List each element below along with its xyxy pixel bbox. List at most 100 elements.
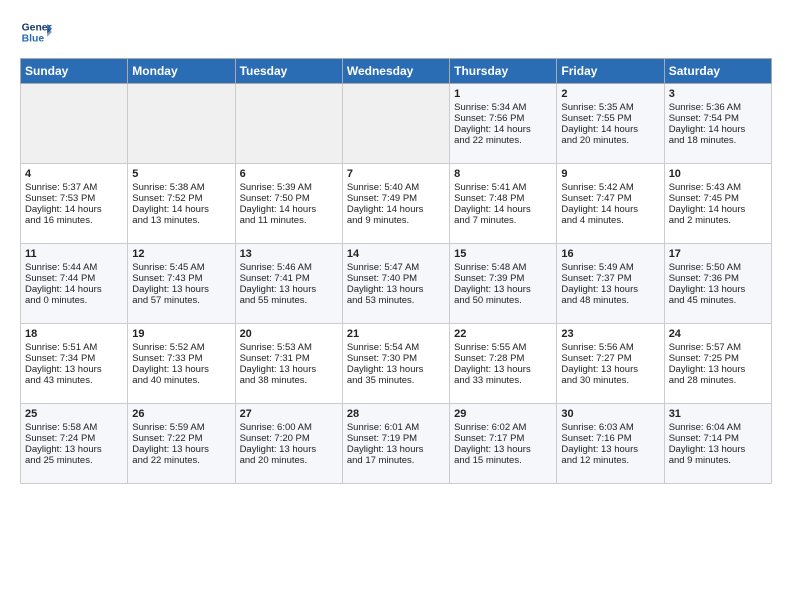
- day-info: Sunrise: 5:52 AM: [132, 342, 230, 353]
- calendar-cell: 12 Sunrise: 5:45 AMSunset: 7:43 PMDayligh…: [128, 244, 235, 324]
- day-info: Daylight: 14 hours: [240, 204, 338, 215]
- day-info: Sunset: 7:52 PM: [132, 193, 230, 204]
- day-info: Sunrise: 5:45 AM: [132, 262, 230, 273]
- day-info: Sunrise: 5:34 AM: [454, 102, 552, 113]
- calendar-cell: [235, 84, 342, 164]
- day-info: Sunset: 7:14 PM: [669, 433, 767, 444]
- day-info: Sunset: 7:54 PM: [669, 113, 767, 124]
- weekday-header: Wednesday: [342, 59, 449, 84]
- calendar-cell: 6Sunrise: 5:39 AMSunset: 7:50 PMDaylight…: [235, 164, 342, 244]
- day-number: 27: [240, 408, 338, 420]
- day-number: 8: [454, 168, 552, 180]
- calendar-cell: 31Sunrise: 6:04 AMSunset: 7:14 PMDayligh…: [664, 404, 771, 484]
- calendar-cell: 30Sunrise: 6:03 AMSunset: 7:16 PMDayligh…: [557, 404, 664, 484]
- day-number: 28: [347, 408, 445, 420]
- calendar-cell: 26Sunrise: 5:59 AMSunset: 7:22 PMDayligh…: [128, 404, 235, 484]
- day-info: and 9 minutes.: [669, 455, 767, 466]
- day-number: 5: [132, 168, 230, 180]
- calendar-cell: 14Sunrise: 5:47 AMSunset: 7:40 PMDayligh…: [342, 244, 449, 324]
- day-info: and 48 minutes.: [561, 295, 659, 306]
- page-container: General Blue SundayMondayTuesdayWednesda…: [0, 0, 792, 496]
- weekday-header: Thursday: [450, 59, 557, 84]
- calendar-week-row: 11Sunrise: 5:44 AMSunset: 7:44 PMDayligh…: [21, 244, 772, 324]
- calendar-cell: 5Sunrise: 5:38 AMSunset: 7:52 PMDaylight…: [128, 164, 235, 244]
- day-info: Sunset: 7:24 PM: [25, 433, 123, 444]
- day-info: and 35 minutes.: [347, 375, 445, 386]
- day-info: and 7 minutes.: [454, 215, 552, 226]
- day-info: Daylight: 13 hours: [132, 284, 230, 295]
- logo: General Blue: [20, 16, 52, 48]
- day-info: Sunrise: 5:37 AM: [25, 182, 123, 193]
- day-info: Sunrise: 6:03 AM: [561, 422, 659, 433]
- calendar-cell: 21Sunrise: 5:54 AMSunset: 7:30 PMDayligh…: [342, 324, 449, 404]
- day-info: Sunset: 7:17 PM: [454, 433, 552, 444]
- day-info: Daylight: 14 hours: [132, 204, 230, 215]
- calendar-cell: 18Sunrise: 5:51 AMSunset: 7:34 PMDayligh…: [21, 324, 128, 404]
- day-number: 26: [132, 408, 230, 420]
- day-info: Sunrise: 5:42 AM: [561, 182, 659, 193]
- day-info: Daylight: 13 hours: [454, 444, 552, 455]
- day-info: and 45 minutes.: [669, 295, 767, 306]
- day-info: Sunset: 7:25 PM: [669, 353, 767, 364]
- day-info: Sunset: 7:16 PM: [561, 433, 659, 444]
- svg-text:Blue: Blue: [22, 34, 45, 45]
- day-info: and 57 minutes.: [132, 295, 230, 306]
- day-info: and 22 minutes.: [132, 455, 230, 466]
- day-info: and 30 minutes.: [561, 375, 659, 386]
- day-info: Sunset: 7:53 PM: [25, 193, 123, 204]
- day-number: 23: [561, 328, 659, 340]
- day-info: Sunset: 7:45 PM: [669, 193, 767, 204]
- day-info: Sunset: 7:40 PM: [347, 273, 445, 284]
- day-info: Sunset: 7:43 PM: [132, 273, 230, 284]
- calendar-week-row: 1Sunrise: 5:34 AMSunset: 7:56 PMDaylight…: [21, 84, 772, 164]
- day-info: Sunset: 7:28 PM: [454, 353, 552, 364]
- day-info: and 12 minutes.: [561, 455, 659, 466]
- day-info: Daylight: 13 hours: [454, 284, 552, 295]
- calendar-cell: 2Sunrise: 5:35 AMSunset: 7:55 PMDaylight…: [557, 84, 664, 164]
- calendar-cell: 28 Sunrise: 6:01 AMSunset: 7:19 PMDayligh…: [342, 404, 449, 484]
- day-info: Sunset: 7:39 PM: [454, 273, 552, 284]
- day-info: Sunset: 7:50 PM: [240, 193, 338, 204]
- calendar-cell: [21, 84, 128, 164]
- day-info: and 43 minutes.: [25, 375, 123, 386]
- calendar-table: SundayMondayTuesdayWednesdayThursdayFrid…: [20, 58, 772, 484]
- day-info: and 15 minutes.: [454, 455, 552, 466]
- calendar-cell: 9Sunrise: 5:42 AMSunset: 7:47 PMDaylight…: [557, 164, 664, 244]
- day-info: Sunrise: 5:35 AM: [561, 102, 659, 113]
- day-info: Sunset: 7:55 PM: [561, 113, 659, 124]
- calendar-cell: 24Sunrise: 5:57 AMSunset: 7:25 PMDayligh…: [664, 324, 771, 404]
- day-info: Sunrise: 6:04 AM: [669, 422, 767, 433]
- day-number: 1: [454, 88, 552, 100]
- day-info: Sunrise: 6:01 AM: [347, 422, 445, 433]
- calendar-cell: 13Sunrise: 5:46 AMSunset: 7:41 PMDayligh…: [235, 244, 342, 324]
- day-info: Daylight: 13 hours: [347, 444, 445, 455]
- day-info: Daylight: 14 hours: [25, 284, 123, 295]
- calendar-week-row: 18Sunrise: 5:51 AMSunset: 7:34 PMDayligh…: [21, 324, 772, 404]
- day-info: Sunrise: 5:47 AM: [347, 262, 445, 273]
- day-info: and 53 minutes.: [347, 295, 445, 306]
- calendar-cell: 17Sunrise: 5:50 AMSunset: 7:36 PMDayligh…: [664, 244, 771, 324]
- calendar-cell: 22Sunrise: 5:55 AMSunset: 7:28 PMDayligh…: [450, 324, 557, 404]
- calendar-cell: 4Sunrise: 5:37 AMSunset: 7:53 PMDaylight…: [21, 164, 128, 244]
- day-number: 6: [240, 168, 338, 180]
- day-info: Sunset: 7:19 PM: [347, 433, 445, 444]
- day-info: and 40 minutes.: [132, 375, 230, 386]
- day-number: 15: [454, 248, 552, 260]
- day-info: Sunrise: 6:02 AM: [454, 422, 552, 433]
- day-info: Daylight: 13 hours: [454, 364, 552, 375]
- day-number: 10: [669, 168, 767, 180]
- day-info: Sunrise: 5:43 AM: [669, 182, 767, 193]
- day-info: and 16 minutes.: [25, 215, 123, 226]
- day-info: and 11 minutes.: [240, 215, 338, 226]
- calendar-cell: 23Sunrise: 5:56 AMSunset: 7:27 PMDayligh…: [557, 324, 664, 404]
- day-info: and 0 minutes.: [25, 295, 123, 306]
- day-info: Daylight: 13 hours: [669, 364, 767, 375]
- day-info: Sunset: 7:30 PM: [347, 353, 445, 364]
- calendar-cell: 11Sunrise: 5:44 AMSunset: 7:44 PMDayligh…: [21, 244, 128, 324]
- day-info: and 28 minutes.: [669, 375, 767, 386]
- day-info: and 55 minutes.: [240, 295, 338, 306]
- day-info: Sunset: 7:27 PM: [561, 353, 659, 364]
- calendar-cell: 7Sunrise: 5:40 AMSunset: 7:49 PMDaylight…: [342, 164, 449, 244]
- day-number: 12: [132, 248, 230, 260]
- day-info: and 20 minutes.: [240, 455, 338, 466]
